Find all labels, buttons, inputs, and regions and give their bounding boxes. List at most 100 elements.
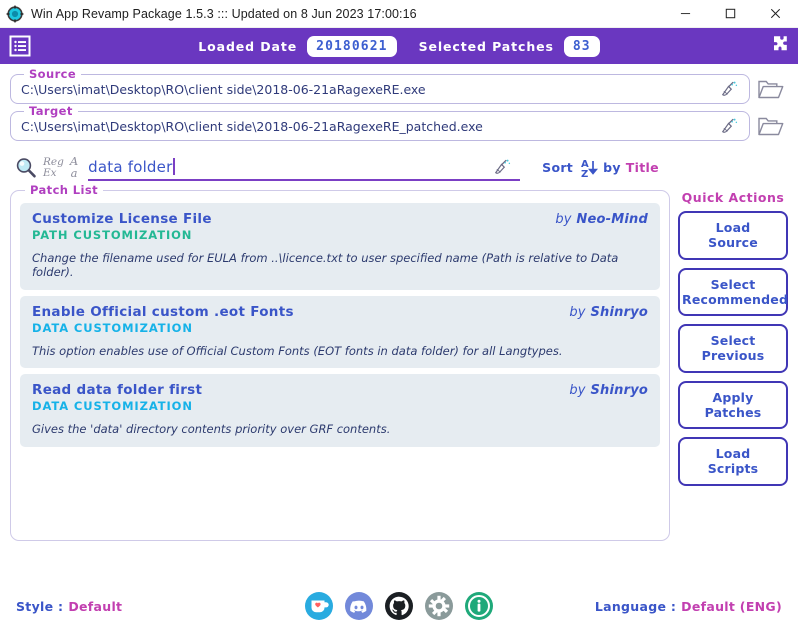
source-browse-folder-icon[interactable] xyxy=(754,74,788,104)
kofi-icon[interactable] xyxy=(304,591,334,621)
app-header: Loaded Date 20180621 Selected Patches 83 xyxy=(0,28,798,64)
sort-prefix-label: Sort xyxy=(542,160,574,175)
source-fieldset: Source C:\Users\imat\Desktop\RO\client s… xyxy=(10,67,750,104)
target-fieldset: Target C:\Users\imat\Desktop\RO\client s… xyxy=(10,104,750,141)
source-clear-broom-icon[interactable] xyxy=(717,77,743,101)
patch-category: PATH CUSTOMIZATION xyxy=(32,228,193,242)
window-controls xyxy=(663,0,798,28)
apply-patches-line1: Apply xyxy=(712,389,754,405)
case-sensitivity-toggle[interactable]: A a xyxy=(70,155,78,180)
regex-top-label: Reg xyxy=(43,155,64,168)
path-fields-section: Source C:\Users\imat\Desktop\RO\client s… xyxy=(0,64,798,141)
select-previous-button[interactable]: Select Previous xyxy=(678,324,788,373)
style-label: Style : xyxy=(16,598,64,614)
window-titlebar: Win App Revamp Package 1.5.3 ::: Updated… xyxy=(0,0,798,28)
app-icon xyxy=(6,5,24,23)
load-scripts-button[interactable]: Load Scripts xyxy=(678,437,788,486)
patch-author-name: Shinryo xyxy=(590,304,648,320)
patch-author: by Neo-Mind xyxy=(555,212,648,227)
target-path-input[interactable]: C:\Users\imat\Desktop\RO\client side\201… xyxy=(21,119,717,134)
target-clear-broom-icon[interactable] xyxy=(717,114,743,138)
target-browse-folder-icon[interactable] xyxy=(754,111,788,141)
style-selector[interactable]: Style : Default xyxy=(16,599,122,614)
svg-text:Z: Z xyxy=(581,169,588,179)
search-input[interactable]: data folder xyxy=(88,154,521,181)
select-recommended-button[interactable]: Select Recommended xyxy=(678,267,789,316)
list-item[interactable]: Read data folder first by Shinryo DATA C… xyxy=(20,374,660,447)
quick-actions-panel: Quick Actions Load Source Select Recomme… xyxy=(678,190,788,541)
load-source-button[interactable]: Load Source xyxy=(678,211,788,260)
select-recommended-line1: Select xyxy=(710,276,756,292)
settings-gear-icon[interactable] xyxy=(424,591,454,621)
patch-category: DATA CUSTOMIZATION xyxy=(32,320,193,335)
patch-author-by: by xyxy=(555,212,572,227)
regex-bottom-label: Ex xyxy=(43,166,57,179)
sort-middle-label: by xyxy=(603,160,621,175)
loaded-date-badge: 20180621 xyxy=(307,35,397,57)
patch-description: This option enables use of Official Cust… xyxy=(32,343,563,358)
apply-patches-line2: Patches xyxy=(704,404,762,420)
info-icon[interactable] xyxy=(464,591,494,621)
text-caret xyxy=(173,158,175,175)
window-title: Win App Revamp Package 1.5.3 ::: Updated… xyxy=(31,6,417,21)
minimize-button[interactable] xyxy=(663,0,708,28)
patch-list-panel: Patch List Customize License File by Neo… xyxy=(10,183,670,541)
select-recommended-line2: Recommended xyxy=(682,291,789,307)
list-item[interactable]: Customize License File by Neo-Mind PATH … xyxy=(20,203,660,290)
patch-description: Gives the 'data' directory contents prio… xyxy=(32,422,391,437)
patch-list-legend: Patch List xyxy=(25,183,103,197)
puzzle-piece-icon xyxy=(764,33,790,59)
apply-patches-button[interactable]: Apply Patches xyxy=(678,380,788,429)
source-path-input[interactable]: C:\Users\imat\Desktop\RO\client side\201… xyxy=(21,82,717,97)
patch-author-by: by xyxy=(569,304,586,320)
target-legend: Target xyxy=(24,104,78,118)
language-value: Default (ENG) xyxy=(681,598,782,614)
list-menu-icon[interactable] xyxy=(8,34,32,58)
maximize-button[interactable] xyxy=(708,0,753,28)
patch-category: DATA CUSTOMIZATION xyxy=(32,399,193,414)
target-path-row: Target C:\Users\imat\Desktop\RO\client s… xyxy=(10,104,788,141)
regex-toggle[interactable]: Reg Ex xyxy=(43,157,64,178)
search-clear-broom-icon[interactable] xyxy=(490,155,516,179)
sort-a-z-down-icon[interactable]: A Z xyxy=(578,157,599,180)
style-value: Default xyxy=(68,598,123,614)
load-scripts-line1: Load xyxy=(715,446,751,461)
patch-author: by Shinryo xyxy=(569,305,648,320)
load-source-line2: Source xyxy=(708,235,758,251)
select-previous-line1: Select xyxy=(710,333,756,348)
loaded-date-label: Loaded Date xyxy=(198,38,298,54)
main-content: Patch List Customize License File by Neo… xyxy=(0,181,798,541)
language-label: Language : xyxy=(594,598,677,614)
source-path-row: Source C:\Users\imat\Desktop\RO\client s… xyxy=(10,67,788,104)
search-toolbar: Reg Ex A a data folder Sort A Z by Title xyxy=(0,148,798,181)
patch-name: Customize License File xyxy=(32,211,212,227)
magnifier-icon[interactable] xyxy=(14,156,38,180)
patch-header: Customize License File by Neo-Mind xyxy=(32,211,648,227)
patch-author: by Shinryo xyxy=(569,383,648,398)
patch-name: Read data folder first xyxy=(32,382,203,399)
selected-patches-badge: 83 xyxy=(563,35,600,57)
sort-control: Sort A Z by Title xyxy=(542,157,659,180)
patch-author-name: Neo-Mind xyxy=(576,212,648,227)
load-scripts-line2: Scripts xyxy=(707,461,759,477)
list-item[interactable]: Enable Official custom .eot Fonts by Shi… xyxy=(20,295,660,369)
patch-header: Enable Official custom .eot Fonts by Shi… xyxy=(32,304,648,320)
language-selector[interactable]: Language : Default (ENG) xyxy=(595,599,782,614)
select-previous-line2: Previous xyxy=(701,348,765,364)
patch-description: Change the filename used for EULA from .… xyxy=(32,251,619,280)
selected-patches-label: Selected Patches xyxy=(418,38,554,54)
source-legend: Source xyxy=(24,67,82,81)
case-bottom-label: a xyxy=(70,165,78,180)
sort-key-label[interactable]: Title xyxy=(626,160,659,175)
search-input-value: data folder xyxy=(88,157,173,176)
patch-header: Read data folder first by Shinryo xyxy=(32,382,648,398)
discord-icon[interactable] xyxy=(344,591,374,621)
patch-author-name: Shinryo xyxy=(590,383,648,399)
close-button[interactable] xyxy=(753,0,798,28)
load-source-line1: Load xyxy=(715,220,751,235)
quick-actions-title: Quick Actions xyxy=(681,190,785,205)
patch-author-by: by xyxy=(569,383,586,399)
header-status-group: Loaded Date 20180621 Selected Patches 83 xyxy=(0,35,798,57)
github-icon[interactable] xyxy=(384,591,414,621)
status-bar: Style : Default Language: Default (ENG) xyxy=(0,584,798,628)
